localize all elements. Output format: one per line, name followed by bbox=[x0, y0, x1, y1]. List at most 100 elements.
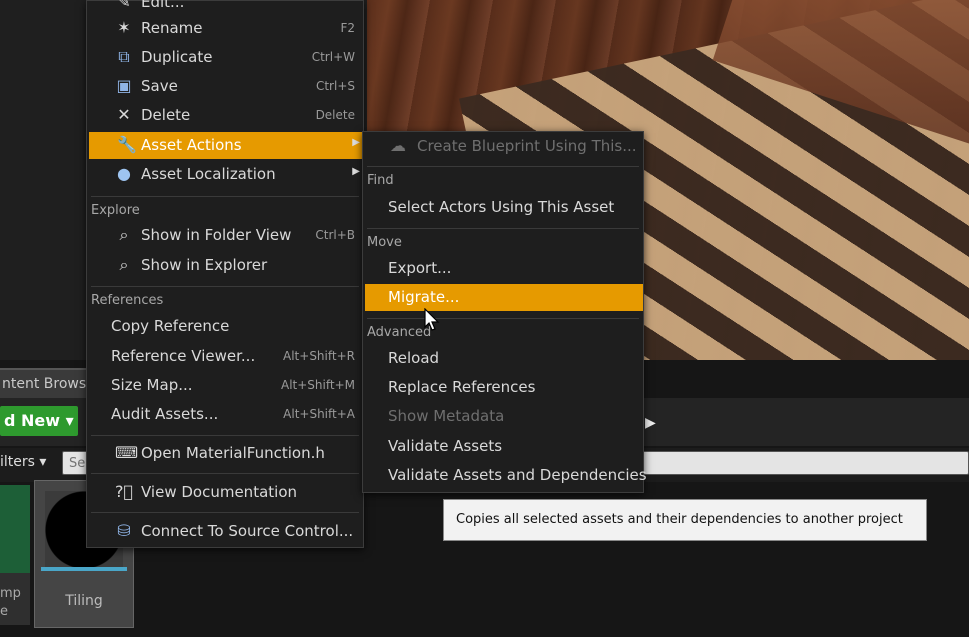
section-header-references: References bbox=[91, 293, 164, 308]
menu-item-open-source[interactable]: ⌨ Open MaterialFunction.h bbox=[87, 440, 363, 467]
globe-icon: ● bbox=[117, 164, 131, 183]
menu-item-label: Audit Assets... bbox=[111, 405, 219, 423]
menu-item-connect-source-control[interactable]: ⛁ Connect To Source Control... bbox=[87, 518, 363, 545]
menu-item-shortcut: F2 bbox=[340, 21, 355, 35]
submenu-arrow-icon: ▶ bbox=[352, 166, 360, 177]
menu-item-label: Show Metadata bbox=[388, 407, 505, 425]
menu-item-validate-assets-dependencies[interactable]: Validate Assets and Dependencies bbox=[363, 462, 647, 489]
source-control-icon: ⛁ bbox=[117, 521, 131, 540]
menu-item-label: Reload bbox=[388, 349, 440, 367]
menu-item-label: Copy Reference bbox=[111, 317, 230, 335]
menu-item-duplicate[interactable]: ⧉ Duplicate Ctrl+W bbox=[87, 44, 363, 71]
menu-item-label: Migrate... bbox=[388, 288, 460, 306]
menu-separator bbox=[367, 228, 639, 229]
menu-item-label: Rename bbox=[141, 19, 203, 37]
filters-button[interactable]: ilters ▾ bbox=[0, 454, 46, 470]
menu-item-label: Asset Localization bbox=[141, 165, 276, 183]
menu-item-label: Replace References bbox=[388, 378, 536, 396]
menu-item-shortcut: Alt+Shift+M bbox=[281, 378, 355, 392]
asset-label: mp e bbox=[0, 586, 21, 619]
menu-item-label: Save bbox=[141, 77, 178, 95]
menu-item-label: View Documentation bbox=[141, 483, 297, 501]
menu-item-shortcut: Ctrl+W bbox=[311, 50, 355, 64]
menu-item-show-in-folder-view[interactable]: ⌕ Show in Folder View Ctrl+B bbox=[87, 222, 363, 249]
menu-item-copy-reference[interactable]: Copy Reference bbox=[87, 313, 363, 340]
menu-item-select-actors[interactable]: Select Actors Using This Asset bbox=[363, 194, 643, 221]
add-new-label: d New ▾ bbox=[4, 411, 74, 430]
menu-item-label: Create Blueprint Using This... bbox=[417, 137, 637, 155]
menu-item-shortcut: Ctrl+B bbox=[315, 228, 355, 242]
blueprint-icon: ☁ bbox=[390, 136, 406, 155]
asset-type-bar bbox=[41, 567, 127, 571]
tooltip: Copies all selected assets and their dep… bbox=[443, 499, 927, 541]
menu-item-label: Export... bbox=[388, 259, 452, 277]
menu-item-shortcut: Delete bbox=[315, 108, 355, 122]
menu-item-replace-references[interactable]: Replace References bbox=[363, 374, 643, 401]
menu-separator bbox=[91, 196, 359, 197]
menu-item-label: Show in Folder View bbox=[141, 226, 292, 244]
section-header-find: Find bbox=[367, 173, 394, 188]
mouse-cursor-icon bbox=[424, 308, 440, 331]
asset-context-menu: ✎ Edit... ✶ Rename F2 ⧉ Duplicate Ctrl+W… bbox=[86, 0, 364, 548]
menu-item-asset-actions[interactable]: 🔧 Asset Actions ▶ bbox=[89, 132, 363, 159]
menu-item-label: Open MaterialFunction.h bbox=[141, 444, 325, 462]
menu-separator bbox=[91, 286, 359, 287]
menu-item-size-map[interactable]: Size Map... Alt+Shift+M bbox=[87, 372, 363, 399]
menu-item-rename[interactable]: ✶ Rename F2 bbox=[87, 15, 363, 42]
tooltip-text: Copies all selected assets and their dep… bbox=[456, 512, 903, 527]
menu-item-reload[interactable]: Reload bbox=[363, 345, 643, 372]
menu-item-delete[interactable]: ✕ Delete Delete bbox=[87, 102, 363, 129]
menu-item-view-documentation[interactable]: ?⃝ View Documentation bbox=[87, 479, 363, 506]
section-header-advanced: Advanced bbox=[367, 325, 432, 340]
menu-item-save[interactable]: ▣ Save Ctrl+S bbox=[87, 73, 363, 100]
save-icon: ▣ bbox=[116, 76, 132, 95]
content-browser-tab[interactable]: ntent Browse bbox=[0, 368, 100, 398]
menu-item-create-blueprint[interactable]: ☁ Create Blueprint Using This... bbox=[363, 133, 643, 160]
rename-icon: ✶ bbox=[117, 18, 131, 37]
menu-item-edit[interactable]: ✎ Edit... bbox=[87, 0, 363, 16]
content-browser-tab-label: ntent Browse bbox=[2, 376, 95, 392]
menu-item-shortcut: Alt+Shift+A bbox=[283, 407, 355, 421]
menu-item-label: Reference Viewer... bbox=[111, 347, 256, 365]
asset-tile[interactable]: mp e bbox=[0, 485, 30, 625]
submenu-arrow-icon: ▶ bbox=[352, 137, 360, 148]
menu-item-label: Validate Assets and Dependencies bbox=[388, 466, 647, 484]
menu-item-label: Size Map... bbox=[111, 376, 193, 394]
menu-separator bbox=[91, 473, 359, 474]
menu-item-show-metadata[interactable]: Show Metadata bbox=[363, 403, 643, 430]
edit-icon: ✎ bbox=[117, 0, 131, 11]
menu-item-validate-assets[interactable]: Validate Assets bbox=[363, 433, 643, 460]
help-icon: ?⃝ bbox=[115, 482, 134, 501]
menu-item-label: Validate Assets bbox=[388, 437, 503, 455]
menu-item-label: Select Actors Using This Asset bbox=[388, 198, 615, 216]
menu-separator bbox=[367, 166, 639, 167]
menu-item-migrate[interactable]: Migrate... bbox=[365, 284, 643, 311]
section-header-move: Move bbox=[367, 235, 402, 250]
asset-label: Tiling bbox=[65, 593, 103, 609]
menu-item-label: Delete bbox=[141, 106, 191, 124]
menu-item-shortcut: Ctrl+S bbox=[315, 79, 355, 93]
add-new-button[interactable]: d New ▾ bbox=[0, 406, 78, 436]
menu-item-label: Duplicate bbox=[141, 48, 213, 66]
menu-item-asset-localization[interactable]: ● Asset Localization ▶ bbox=[87, 161, 363, 188]
explorer-search-icon: ⌕ bbox=[119, 255, 129, 274]
duplicate-icon: ⧉ bbox=[118, 47, 130, 66]
menu-item-label: Connect To Source Control... bbox=[141, 522, 354, 540]
menu-separator bbox=[91, 512, 359, 513]
menu-item-label: Asset Actions bbox=[141, 136, 242, 154]
menu-separator bbox=[91, 435, 359, 436]
folder-search-icon: ⌕ bbox=[119, 225, 129, 244]
menu-item-shortcut: Alt+Shift+R bbox=[283, 349, 355, 363]
wrench-icon: 🔧 bbox=[117, 135, 137, 154]
path-arrow-icon[interactable]: ▶ bbox=[645, 415, 656, 431]
asset-thumbnail bbox=[0, 485, 30, 573]
menu-item-audit-assets[interactable]: Audit Assets... Alt+Shift+A bbox=[87, 401, 363, 428]
menu-separator bbox=[367, 318, 639, 319]
menu-item-reference-viewer[interactable]: Reference Viewer... Alt+Shift+R bbox=[87, 343, 363, 370]
menu-item-label: Show in Explorer bbox=[141, 256, 268, 274]
menu-item-label: Edit... bbox=[141, 0, 185, 11]
menu-item-show-in-explorer[interactable]: ⌕ Show in Explorer bbox=[87, 252, 363, 279]
code-icon: ⌨ bbox=[115, 443, 139, 462]
menu-item-export[interactable]: Export... bbox=[363, 255, 643, 282]
asset-actions-submenu: ☁ Create Blueprint Using This... Find Se… bbox=[362, 131, 647, 493]
